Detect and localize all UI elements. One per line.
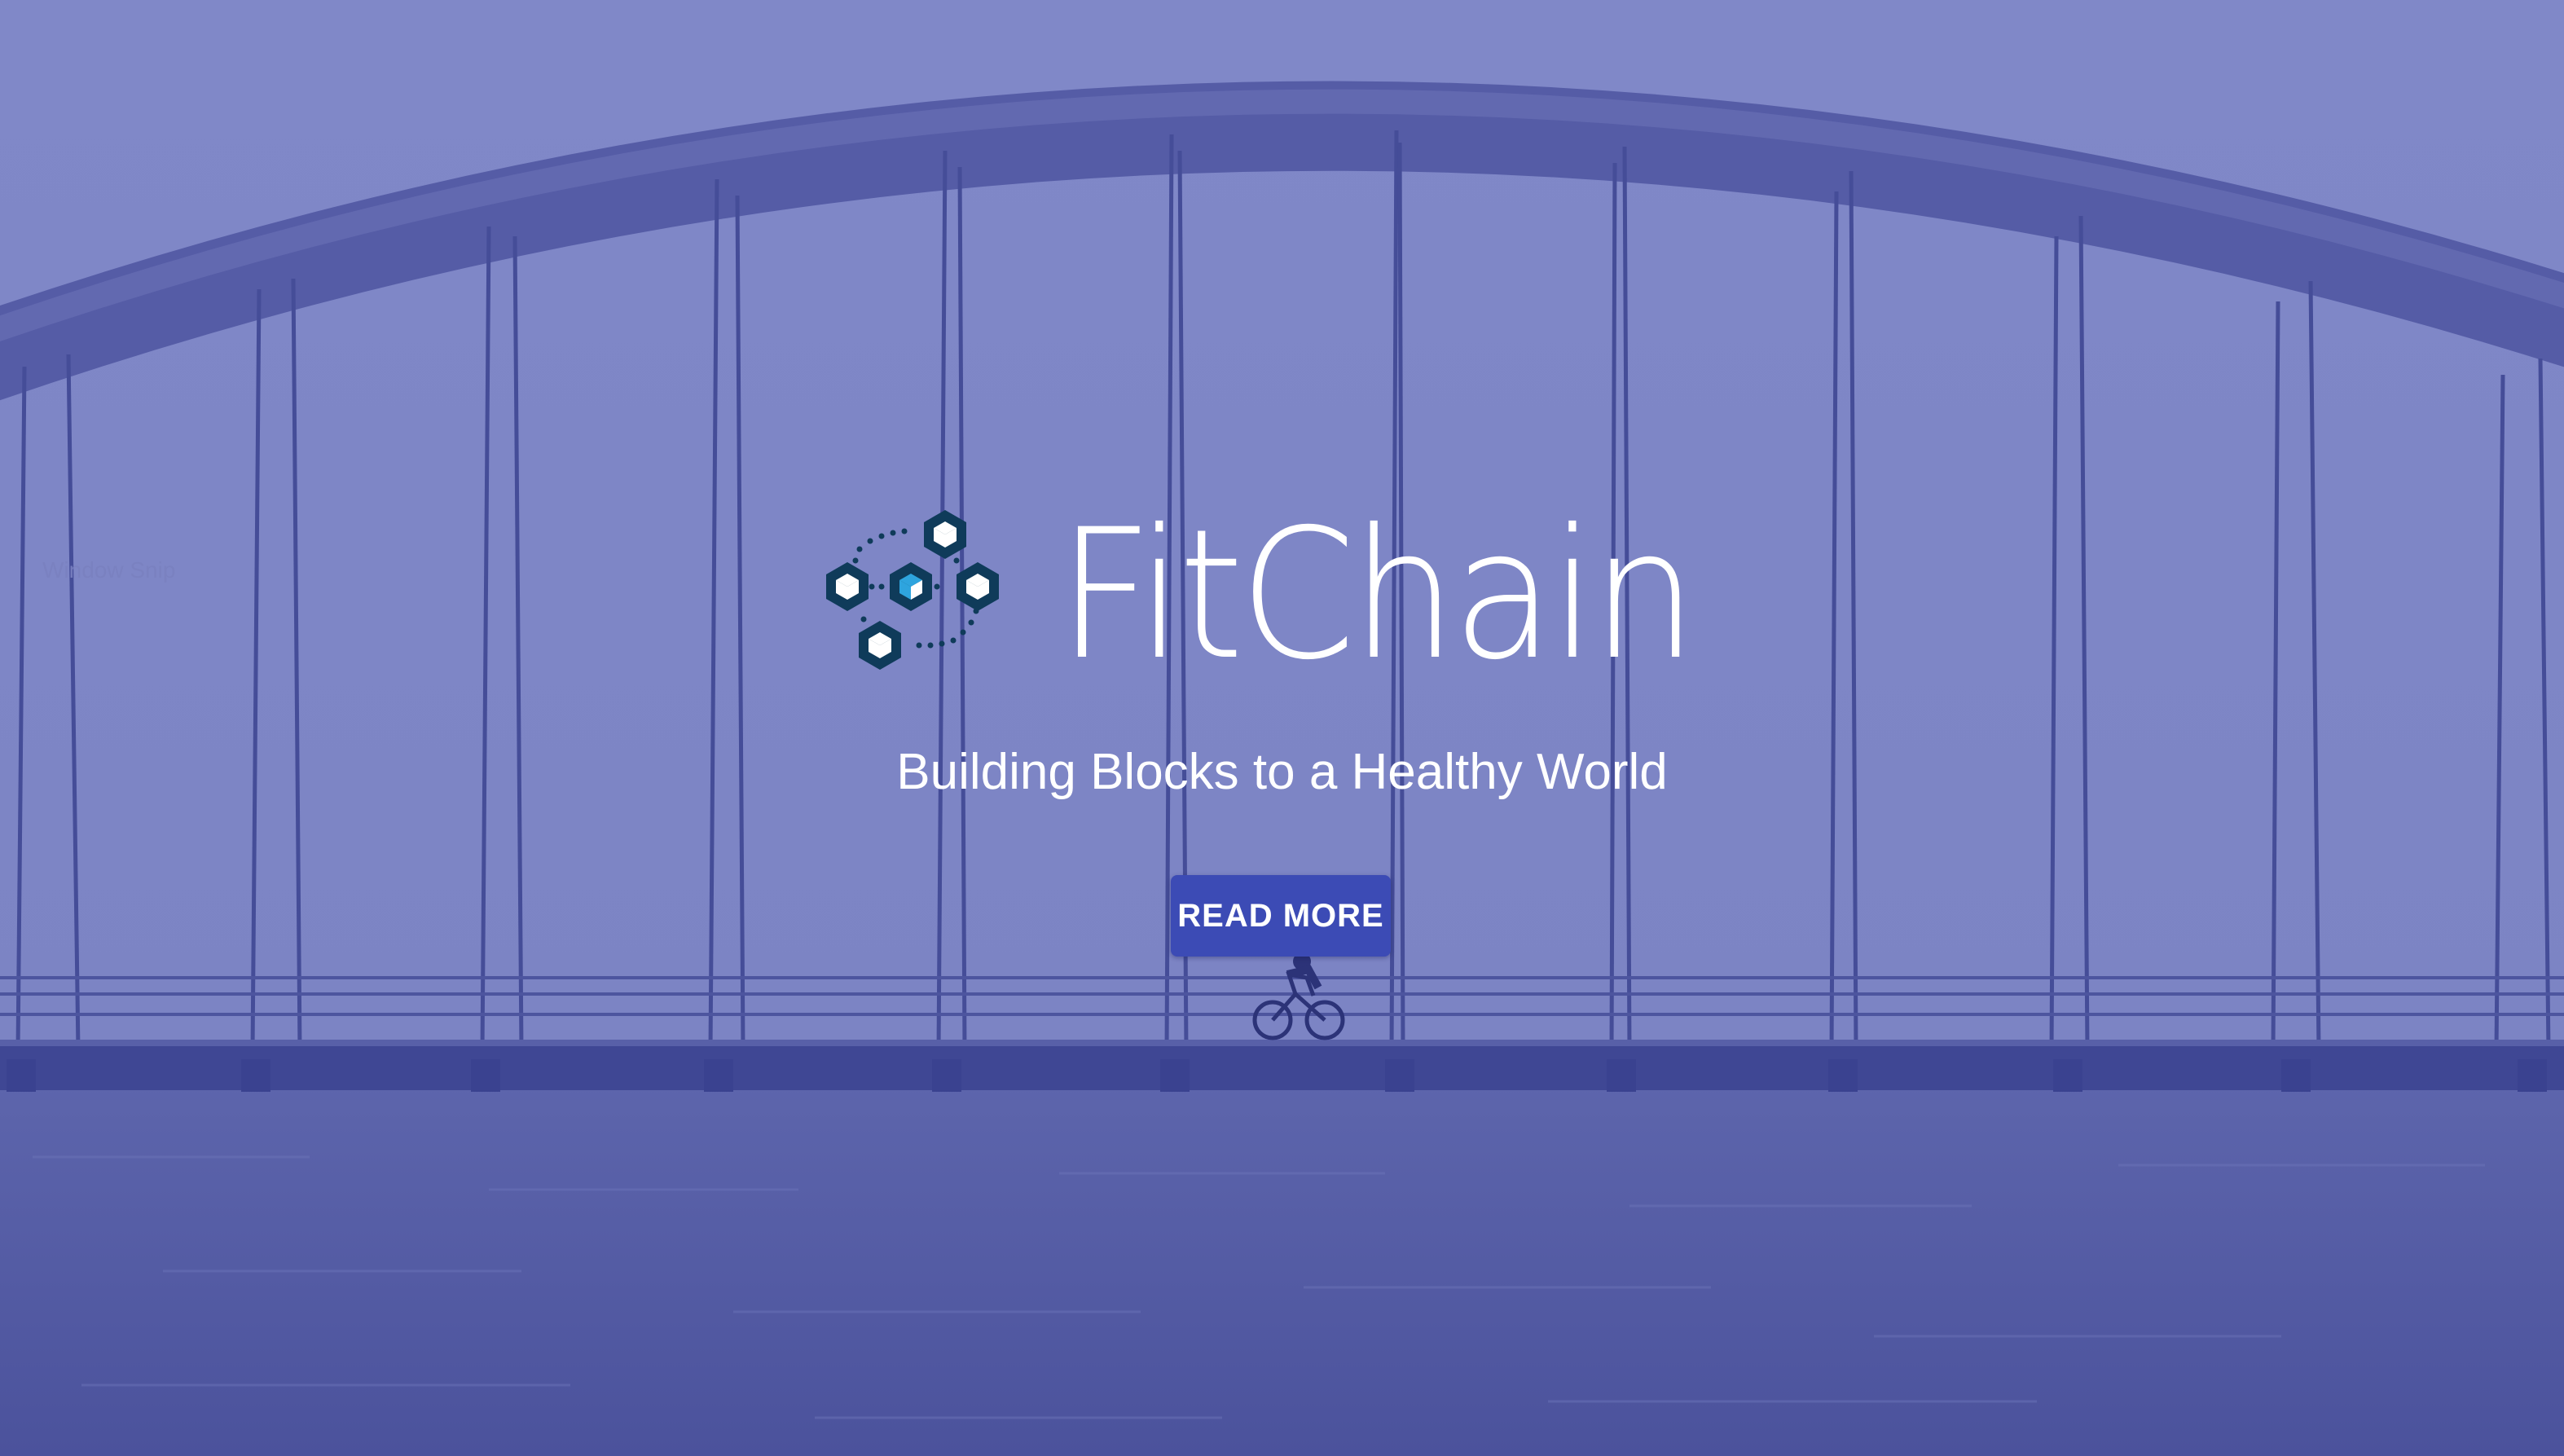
brand-name: FitChain — [1058, 490, 1697, 699]
cube-top — [924, 510, 966, 559]
window-snip-overlay-label: Window Snip — [42, 557, 176, 583]
blockchain-cubes-icon — [826, 510, 999, 670]
bridge-deck — [0, 1041, 2564, 1090]
brand-lockup: FitChain — [823, 497, 1740, 693]
read-more-button[interactable]: READ MORE — [1171, 875, 1391, 957]
cube-center — [890, 562, 932, 611]
tagline: Building Blocks to a Healthy World — [896, 744, 1668, 800]
cube-left — [826, 562, 869, 611]
hero-section: Window Snip FitChain Building Blocks to … — [0, 0, 2564, 1456]
cube-right — [957, 562, 999, 611]
hero-background-image — [0, 0, 2564, 1456]
cube-bottom — [859, 621, 901, 670]
